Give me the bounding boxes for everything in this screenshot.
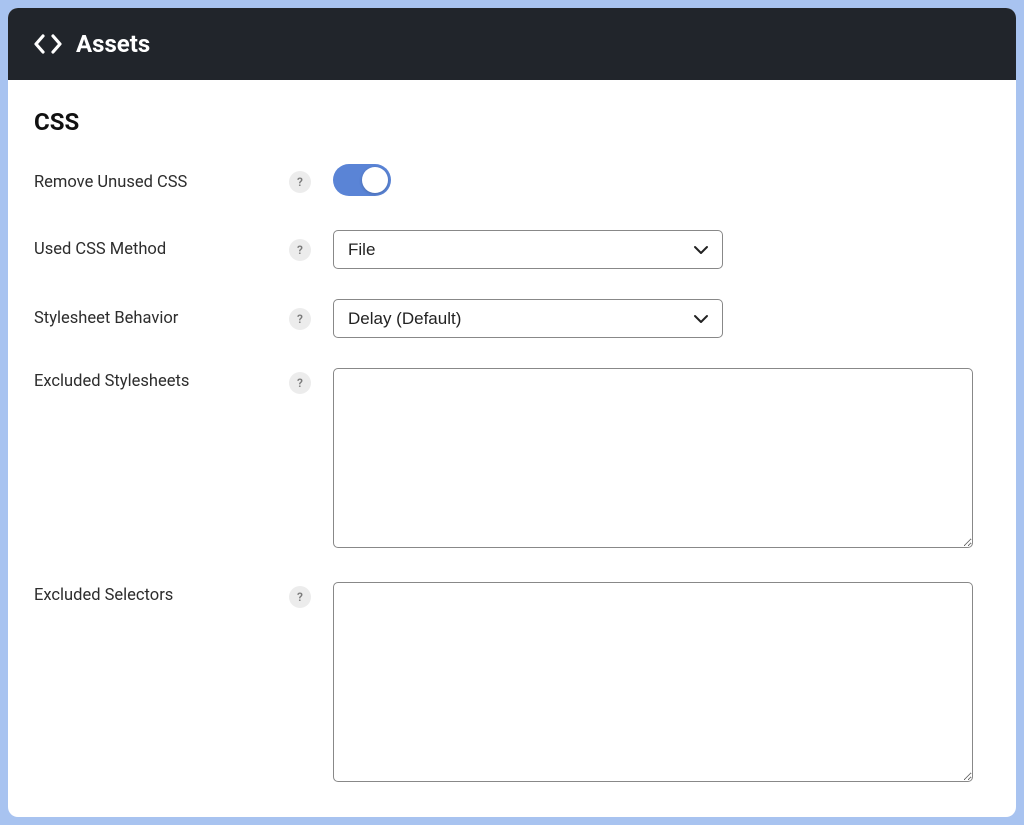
toggle-remove-unused-css[interactable] [333,164,391,196]
label-stylesheet-behavior: Stylesheet Behavior [34,309,289,328]
label-used-css-method: Used CSS Method [34,240,289,259]
help-remove-unused-css[interactable]: ? [289,171,311,193]
select-used-css-method[interactable]: File [333,230,723,269]
select-stylesheet-behavior[interactable]: Delay (Default) [333,299,723,338]
settings-window: Assets CSS Remove Unused CSS ? Used CSS … [8,8,1016,817]
row-remove-unused-css: Remove Unused CSS ? [34,164,990,200]
select-stylesheet-behavior-wrapper: Delay (Default) [333,299,723,338]
toggle-knob [362,167,388,193]
panel-header: Assets [8,8,1016,80]
panel-content: CSS Remove Unused CSS ? Used CSS Method … [8,80,1016,817]
help-excluded-stylesheets[interactable]: ? [289,372,311,394]
panel-title: Assets [76,30,150,58]
code-icon [34,34,62,54]
help-used-css-method[interactable]: ? [289,239,311,261]
help-excluded-selectors[interactable]: ? [289,586,311,608]
select-used-css-method-wrapper: File [333,230,723,269]
row-stylesheet-behavior: Stylesheet Behavior ? Delay (Default) [34,299,990,338]
label-remove-unused-css: Remove Unused CSS [34,173,289,192]
textarea-excluded-selectors[interactable] [333,582,973,782]
section-title: CSS [34,108,990,136]
textarea-excluded-stylesheets[interactable] [333,368,973,548]
row-excluded-stylesheets: Excluded Stylesheets ? [34,368,990,552]
label-excluded-selectors: Excluded Selectors [34,582,289,605]
label-excluded-stylesheets: Excluded Stylesheets [34,368,289,391]
row-excluded-selectors: Excluded Selectors ? [34,582,990,786]
help-stylesheet-behavior[interactable]: ? [289,308,311,330]
row-used-css-method: Used CSS Method ? File [34,230,990,269]
